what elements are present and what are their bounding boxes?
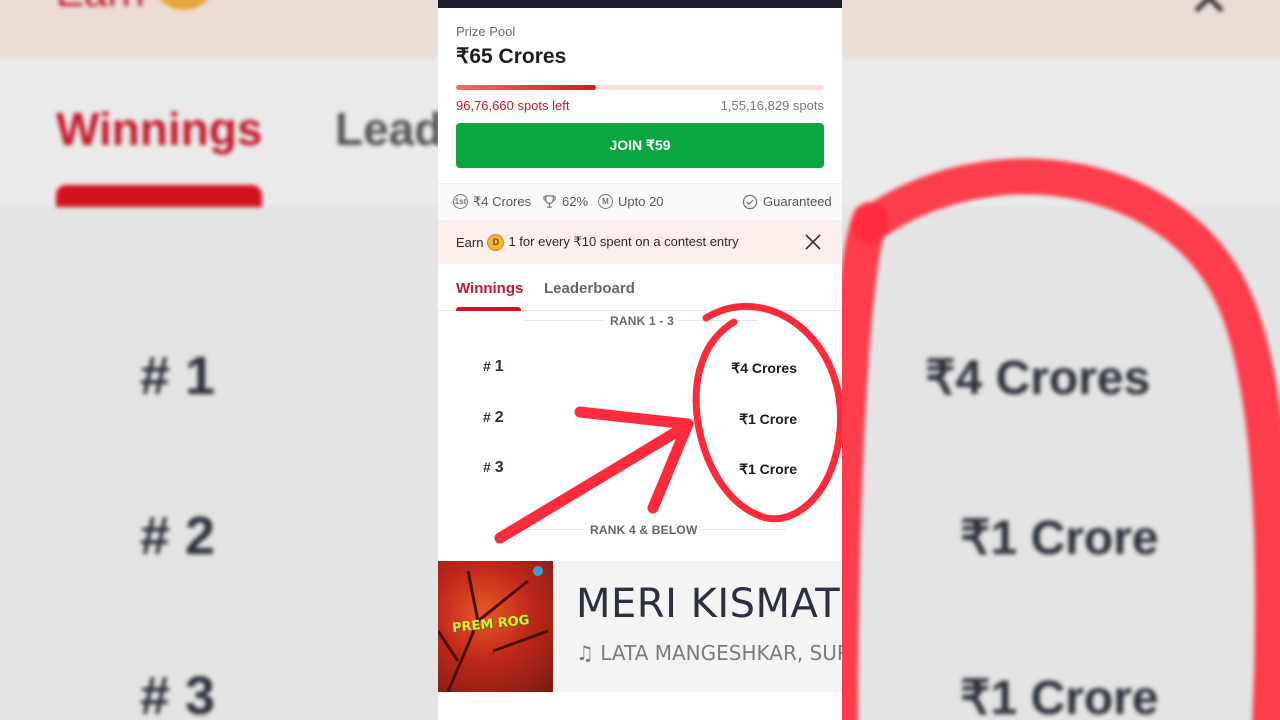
coin-icon: D [487,233,505,251]
rank-3-amount: ₹1 Crore [739,461,797,477]
rank-number: 1 [494,358,504,375]
spots-progress-fill [456,85,596,90]
max-entries-value: Upto 20 [618,194,664,209]
earn-banner-text: 1 for every ₹10 spent on a contest entry [508,234,739,249]
contest-panel: Prize Pool ₹65 Crores 96,76,660 spots le… [438,0,842,720]
max-entries-info[interactable]: M Upto 20 [598,194,664,209]
rank-2-amount: ₹1 Crore [739,411,797,427]
spots-left-text: 96,76,660 spots left [456,98,570,113]
prize-pool-amount: ₹65 Crores [456,45,567,68]
divider-line [498,529,584,530]
guaranteed-info[interactable]: Guaranteed [742,194,832,210]
rank-3: #3 [483,459,504,477]
join-button[interactable]: JOIN ₹59 [456,123,824,168]
first-prize-icon: 1st [453,194,468,209]
trophy-icon [543,195,556,208]
active-tab-indicator [456,307,521,311]
divider-line [524,320,604,321]
music-ad-banner[interactable]: PREM ROG MERI KISMAT M ♫ LATA MANGESHKAR… [438,561,842,692]
rank-2: #2 [483,409,504,427]
artists-text: LATA MANGESHKAR, SURES [600,641,842,665]
rank-number: 3 [494,459,504,476]
total-spots-text: 1,55,16,829 spots [720,98,824,113]
multi-entry-icon: M [598,194,613,209]
top-bar [438,0,842,8]
song-artists: ♫ LATA MANGESHKAR, SURES [576,641,842,665]
rank-1: #1 [483,358,504,376]
music-note-icon: ♫ [576,641,601,665]
first-prize-value: ₹4 Crores [473,193,532,209]
win-percent-value: 62% [562,194,589,209]
rank-4-below-label: RANK 4 & BELOW [590,523,698,537]
contest-info-row: 1st ₹4 Crores 62% M Upto 20 Guaranteed [438,183,842,219]
earn-coins-banner: Earn D 1 for every ₹10 spent on a contes… [438,220,842,264]
earn-prefix: Earn [456,234,484,250]
rank-number: 2 [494,409,504,426]
close-icon[interactable] [804,233,822,251]
divider-line [678,320,758,321]
divider-line [700,529,786,530]
rank-1-amount: ₹4 Crores [731,360,797,376]
rank-hash: # [483,459,491,475]
guaranteed-check-icon [742,194,758,209]
song-title: MERI KISMAT M [576,581,842,627]
first-prize-info[interactable]: 1st ₹4 Crores [453,194,531,210]
rank-1-3-label: RANK 1 - 3 [610,314,675,328]
guaranteed-label: Guaranteed [763,194,832,209]
album-art: PREM ROG [438,561,553,692]
tab-leaderboard[interactable]: Leaderboard [544,280,635,297]
win-percent-info[interactable]: 62% [542,194,588,209]
spots-progress-bar [456,85,824,90]
contest-tabs: Winnings Leaderboard [438,264,842,311]
rank-hash: # [483,409,491,425]
prize-pool-label: Prize Pool [456,24,516,39]
rank-hash: # [483,358,491,374]
tab-winnings[interactable]: Winnings [456,280,523,297]
